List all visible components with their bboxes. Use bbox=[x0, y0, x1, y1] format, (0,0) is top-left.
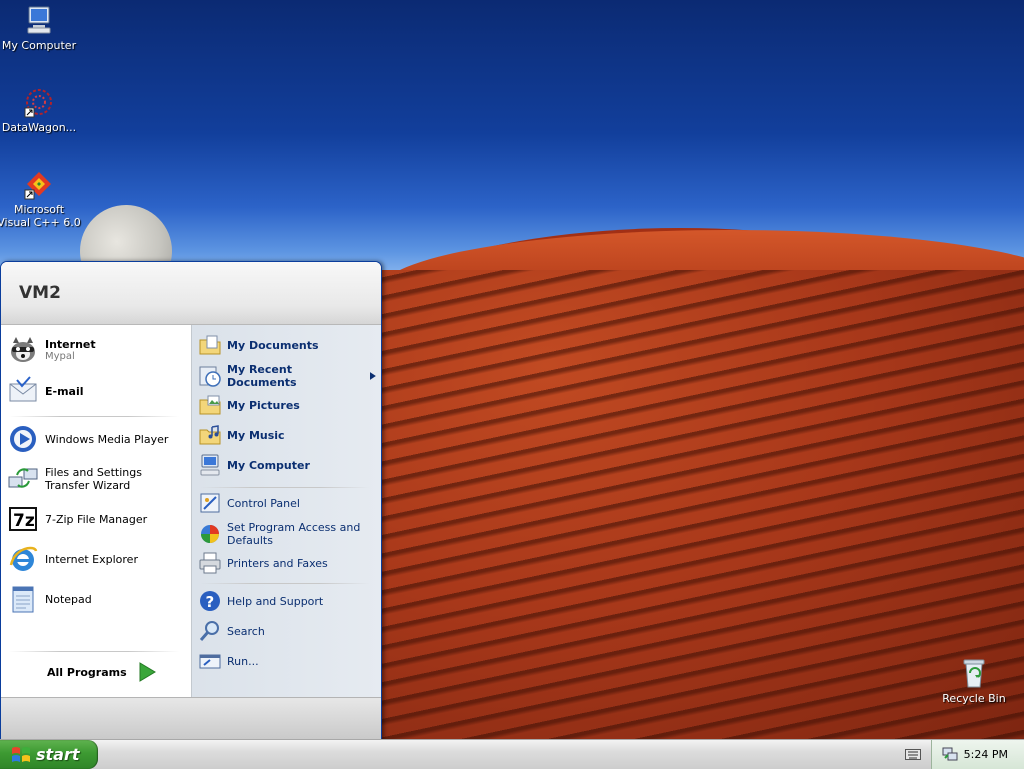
user-name: VM2 bbox=[19, 283, 61, 303]
internet-explorer-icon bbox=[9, 546, 38, 571]
start-menu-body: Internet Mypal E-mail Windows Media Play… bbox=[1, 325, 381, 697]
desktop-icon-label: Recycle Bin bbox=[942, 692, 1006, 705]
media-player-icon bbox=[10, 426, 36, 452]
desktop-icon-visual-cpp[interactable]: Microsoft Visual C++ 6.0 bbox=[0, 168, 81, 229]
desktop-icon-my-computer[interactable]: My Computer bbox=[0, 4, 81, 52]
menu-item-my-documents[interactable]: My Documents bbox=[198, 333, 376, 357]
menu-item-notepad[interactable]: Notepad bbox=[7, 583, 185, 615]
system-tray: 5:24 PM bbox=[931, 740, 1024, 769]
menu-separator bbox=[9, 416, 179, 417]
menu-item-label: My Documents bbox=[227, 338, 319, 352]
svg-text:7z: 7z bbox=[13, 511, 35, 531]
my-computer-icon bbox=[27, 6, 51, 34]
menu-item-set-program-access[interactable]: Set Program Access and Defaults bbox=[198, 521, 376, 547]
notepad-icon bbox=[12, 586, 34, 613]
menu-item-label: My Recent Documents bbox=[227, 363, 297, 389]
menu-item-label: My Pictures bbox=[227, 398, 300, 412]
transfer-wizard-icon bbox=[8, 468, 38, 488]
all-programs-button[interactable]: All Programs bbox=[47, 661, 157, 683]
start-menu-header: VM2 bbox=[1, 262, 381, 325]
menu-item-run[interactable]: Run... bbox=[198, 649, 376, 673]
green-arrow-icon bbox=[139, 662, 156, 682]
menu-item-label: Internet bbox=[45, 338, 96, 351]
all-programs-label: All Programs bbox=[47, 665, 127, 679]
menu-item-windows-media-player[interactable]: Windows Media Player bbox=[7, 423, 185, 455]
menu-item-my-computer[interactable]: My Computer bbox=[198, 453, 376, 477]
email-envelope-icon bbox=[9, 376, 37, 402]
recycle-bin-icon bbox=[963, 659, 985, 688]
run-window-icon bbox=[199, 654, 221, 669]
menu-item-help-support[interactable]: ? Help and Support bbox=[198, 589, 376, 613]
menu-item-label: Internet Explorer bbox=[45, 552, 138, 566]
control-panel-icon bbox=[200, 493, 220, 513]
desktop-icon-datawagon[interactable]: DataWagon... bbox=[0, 86, 81, 134]
help-question-icon: ? bbox=[200, 591, 220, 611]
menu-item-my-recent-documents[interactable]: My Recent Documents bbox=[198, 363, 376, 389]
search-magnifier-icon bbox=[199, 621, 219, 641]
desktop-icon-label: Microsoft Visual C++ 6.0 bbox=[0, 203, 81, 229]
keyboard-icon[interactable] bbox=[905, 747, 921, 761]
network-icon[interactable] bbox=[942, 746, 958, 762]
menu-item-control-panel[interactable]: Control Panel bbox=[198, 491, 376, 515]
menu-item-label: Set Program Access and Defaults bbox=[227, 521, 361, 547]
taskbar: start 5:24 PM bbox=[0, 739, 1024, 769]
menu-item-label: My Music bbox=[227, 428, 285, 442]
menu-item-label: My Computer bbox=[227, 458, 310, 472]
desktop-icon-label: My Computer bbox=[1, 39, 77, 52]
submenu-arrow-icon bbox=[370, 372, 376, 380]
menu-item-email[interactable]: E-mail bbox=[7, 375, 185, 407]
start-menu-left-pane: Internet Mypal E-mail Windows Media Play… bbox=[1, 325, 190, 697]
datawagon-icon bbox=[24, 89, 52, 118]
clock[interactable]: 5:24 PM bbox=[964, 748, 1008, 761]
menu-item-label: Control Panel bbox=[227, 496, 300, 510]
menu-separator bbox=[200, 583, 370, 584]
svg-text:?: ? bbox=[206, 593, 215, 611]
menu-item-7zip[interactable]: 7z 7-Zip File Manager bbox=[7, 503, 185, 535]
program-access-icon bbox=[201, 525, 219, 543]
menu-separator bbox=[200, 487, 370, 488]
windows-flag-icon bbox=[12, 746, 30, 762]
my-music-folder-icon bbox=[199, 425, 221, 445]
menu-item-label: 7-Zip File Manager bbox=[45, 512, 148, 526]
wallpaper-dune bbox=[330, 270, 1024, 740]
menu-item-sublabel: Mypal bbox=[45, 351, 75, 362]
desktop-icon-recycle-bin[interactable]: Recycle Bin bbox=[932, 657, 1016, 705]
mypal-raccoon-icon bbox=[11, 337, 35, 362]
menu-item-my-pictures[interactable]: My Pictures bbox=[198, 393, 376, 417]
menu-item-label: Notepad bbox=[45, 592, 92, 606]
menu-item-label: Run... bbox=[227, 654, 259, 668]
menu-item-label: Help and Support bbox=[227, 594, 324, 608]
menu-item-internet-explorer[interactable]: Internet Explorer bbox=[7, 543, 185, 575]
menu-item-label: Search bbox=[227, 624, 265, 638]
start-button-label: start bbox=[36, 745, 80, 764]
menu-item-internet[interactable]: Internet Mypal bbox=[7, 334, 185, 366]
start-menu-right-pane: My Documents My Recent Documents My Pict… bbox=[191, 325, 381, 697]
my-computer-icon bbox=[200, 454, 220, 476]
menu-item-label: E-mail bbox=[45, 384, 84, 398]
menu-item-label: Files and Settings Transfer Wizard bbox=[45, 466, 142, 492]
start-button[interactable]: start bbox=[0, 740, 98, 769]
menu-item-my-music[interactable]: My Music bbox=[198, 423, 376, 447]
menu-separator bbox=[9, 651, 179, 652]
visual-cpp-icon bbox=[24, 172, 51, 200]
menu-item-label: Printers and Faxes bbox=[227, 556, 328, 570]
desktop-icon-label: DataWagon... bbox=[1, 121, 77, 134]
my-documents-folder-icon bbox=[199, 335, 221, 355]
printer-icon bbox=[199, 552, 221, 574]
menu-item-printers-faxes[interactable]: Printers and Faxes bbox=[198, 551, 376, 575]
7zip-icon: 7z bbox=[9, 507, 37, 531]
menu-item-files-settings-transfer[interactable]: Files and Settings Transfer Wizard bbox=[7, 463, 185, 495]
my-pictures-folder-icon bbox=[199, 395, 221, 415]
recent-documents-clock-icon bbox=[199, 366, 221, 387]
menu-item-label: Windows Media Player bbox=[45, 432, 169, 446]
start-menu: VM2 Internet Mypal E-mail Windows Media … bbox=[0, 261, 382, 741]
start-menu-footer bbox=[1, 697, 381, 740]
menu-item-search[interactable]: Search bbox=[198, 619, 376, 643]
